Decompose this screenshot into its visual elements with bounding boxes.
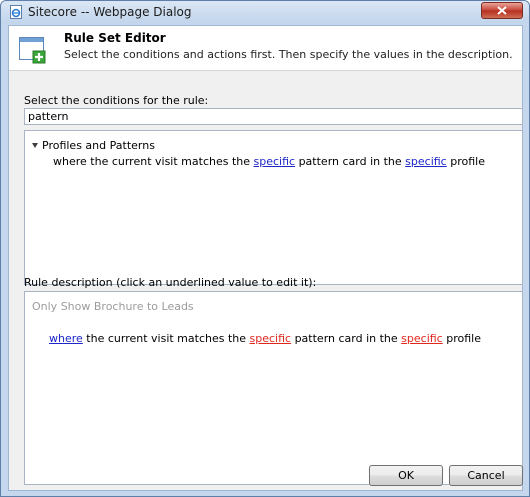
rule-condition-row: where the current visit matches the spec… [49, 332, 481, 345]
rule-name: Only Show Brochure to Leads [32, 300, 194, 313]
tree-group-profiles-and-patterns[interactable]: Profiles and Patterns [32, 139, 155, 152]
conditions-label: Select the conditions for the rule: [24, 94, 209, 107]
close-button[interactable] [481, 2, 523, 19]
conditions-list[interactable]: Profiles and Patterns where the current … [24, 130, 523, 285]
condition-text: pattern card in the [295, 155, 406, 168]
dialog-subtitle: Select the conditions and actions first.… [64, 48, 513, 61]
rule-description-panel: Only Show Brochure to Leads where the cu… [24, 291, 523, 485]
title-bar[interactable]: Sitecore -- Webpage Dialog [1, 1, 529, 23]
condition-specific-link[interactable]: specific [405, 155, 447, 168]
condition-text: profile [446, 155, 485, 168]
condition-text: where the current visit matches the [53, 155, 254, 168]
close-icon [497, 6, 507, 15]
rule-pattern-card-link[interactable]: specific [250, 332, 292, 345]
condition-specific-link[interactable]: specific [254, 155, 296, 168]
ie-page-icon [9, 5, 23, 19]
rule-set-editor-icon [19, 35, 47, 65]
rule-where-link[interactable]: where [49, 332, 83, 345]
dialog-body: Rule Set Editor Select the conditions an… [8, 25, 523, 491]
description-label: Rule description (click an underlined va… [24, 276, 317, 289]
window-title: Sitecore -- Webpage Dialog [28, 5, 192, 19]
expand-arrow-icon[interactable] [32, 143, 38, 148]
dialog-window: Sitecore -- Webpage Dialog Rule Set Edit… [0, 0, 530, 497]
rule-text: pattern card in the [291, 332, 402, 345]
ok-button[interactable]: OK [369, 465, 443, 486]
dialog-header: Rule Set Editor Select the conditions an… [9, 26, 522, 70]
dialog-title: Rule Set Editor [64, 31, 166, 45]
rule-text: profile [442, 332, 481, 345]
rule-text: the current visit matches the [82, 332, 250, 345]
rule-profile-link[interactable]: specific [401, 332, 443, 345]
tree-group-label: Profiles and Patterns [42, 139, 155, 152]
header-divider [9, 70, 522, 71]
condition-item[interactable]: where the current visit matches the spec… [53, 155, 485, 168]
cancel-button[interactable]: Cancel [449, 465, 523, 486]
condition-search-input[interactable] [24, 108, 523, 125]
